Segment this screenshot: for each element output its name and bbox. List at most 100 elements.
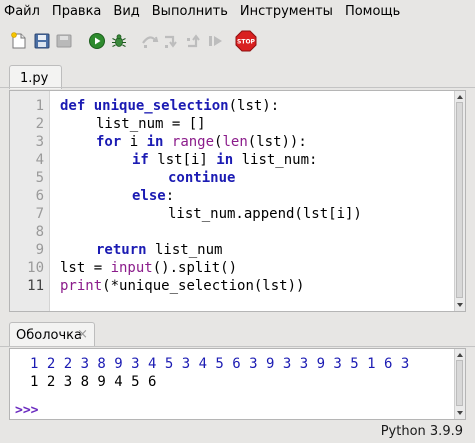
line-number: 3 [35, 134, 44, 150]
code-line: continue [168, 169, 235, 187]
step-into-icon [165, 35, 177, 48]
scrollbar-thumb[interactable] [456, 102, 463, 298]
code-text: list_num [146, 242, 223, 258]
python-version[interactable]: Python 3.9.9 [381, 424, 463, 439]
line-number: 4 [35, 152, 44, 168]
stop-label: STOP [237, 39, 256, 46]
code-text: lst[i] [148, 152, 217, 168]
stop-button[interactable]: STOP [235, 30, 257, 52]
scroll-up-icon[interactable] [457, 95, 463, 99]
shell-prompt: >>> [15, 403, 39, 418]
code-line: return list_num [96, 241, 222, 259]
code-area[interactable]: def unique_selection(lst): list_num = []… [60, 91, 362, 307]
code-text: i [121, 134, 147, 150]
code-line: lst = input().split() [60, 259, 237, 277]
line-number-gutter: 1 2 3 4 5 6 7 8 9 10 11 [10, 91, 50, 311]
debug-button[interactable] [108, 30, 130, 52]
tab-label: 1.py [20, 71, 49, 86]
function-name: unique_selection [93, 98, 229, 114]
code-text: : [165, 188, 175, 204]
step-over-button[interactable] [139, 30, 161, 52]
resume-button[interactable] [205, 30, 227, 52]
keyword-for: for [96, 134, 122, 150]
menu-file[interactable]: Файл [0, 0, 46, 24]
editor-tab-bar: 1.py [0, 62, 475, 89]
builtin-input: input [110, 260, 153, 276]
shell-tab-label: Оболочка [16, 328, 82, 343]
builtin-print: print [60, 278, 103, 294]
menu-run[interactable]: Выполнить [146, 0, 234, 24]
run-icon [89, 33, 105, 49]
code-line: for i in range(len(lst)): [96, 133, 307, 151]
code-text: (lst)): [247, 134, 307, 150]
keyword-in: in [146, 134, 164, 150]
shell-input-line: 1 2 2 3 8 9 3 4 5 3 4 5 6 3 9 3 3 9 3 5 … [30, 356, 410, 372]
line-number: 9 [35, 242, 44, 258]
menu-tools[interactable]: Инструменты [234, 0, 339, 24]
code-line: list_num = [] [96, 115, 206, 133]
line-number: 1 [35, 98, 44, 114]
step-out-button[interactable] [183, 30, 205, 52]
code-line: if lst[i] in list_num: [132, 151, 317, 169]
code-text: list_num.append(lst[i]) [168, 206, 362, 222]
run-button[interactable] [86, 30, 108, 52]
builtin-range: range [171, 134, 215, 150]
scroll-up-icon[interactable] [457, 353, 463, 357]
line-number: 5 [35, 170, 44, 186]
new-file-button[interactable] [8, 30, 30, 52]
keyword-return: return [96, 242, 147, 258]
scrollbar-thumb[interactable] [456, 360, 463, 406]
step-into-button[interactable] [161, 30, 183, 52]
shell-scrollbar[interactable] [454, 349, 465, 419]
keyword-def: def [60, 98, 86, 114]
line-number: 2 [35, 116, 44, 132]
bug-icon [112, 34, 126, 47]
code-text: (lst): [228, 98, 280, 114]
status-bar: Python 3.9.9 [0, 422, 475, 443]
shell-tab-bar: Оболочка × [0, 320, 475, 347]
keyword-continue: continue [168, 170, 236, 186]
code-line: def unique_selection(lst): [60, 97, 279, 115]
save-as-button[interactable] [53, 30, 75, 52]
keyword-else: else [132, 188, 166, 204]
close-icon[interactable]: × [77, 327, 88, 342]
menu-help[interactable]: Помощь [339, 0, 406, 24]
code-editor[interactable]: 1 2 3 4 5 6 7 8 9 10 11 def unique_selec… [9, 90, 466, 312]
keyword-if: if [132, 152, 149, 168]
menu-edit[interactable]: Правка [46, 0, 107, 24]
new-file-icon [11, 32, 26, 49]
line-number: 6 [35, 188, 44, 204]
code-text: lst = [60, 260, 111, 276]
tab-1py[interactable]: 1.py [9, 65, 62, 89]
shell-panel[interactable]: 1 2 2 3 8 9 3 4 5 3 4 5 6 3 9 3 3 9 3 5 … [9, 348, 466, 420]
stop-icon: STOP [235, 30, 257, 52]
scroll-down-icon[interactable] [457, 303, 463, 307]
code-text: ().split() [152, 260, 238, 276]
code-line: else: [132, 187, 174, 205]
code-text: (*unique_selection(lst)) [102, 278, 305, 294]
divider [0, 346, 475, 347]
save-button[interactable] [31, 30, 53, 52]
toolbar: STOP [0, 28, 475, 56]
shell-output-line: 1 2 3 8 9 4 5 6 [30, 374, 157, 390]
scroll-down-icon[interactable] [457, 411, 463, 415]
line-number: 7 [35, 206, 44, 222]
tab-shell[interactable]: Оболочка × [9, 322, 95, 347]
menu-bar: Файл Правка Вид Выполнить Инструменты По… [0, 0, 475, 24]
save-icon [34, 33, 50, 49]
builtin-len: len [222, 134, 248, 150]
code-text: list_num: [233, 152, 318, 168]
keyword-in: in [216, 152, 234, 168]
divider [0, 87, 475, 88]
line-number: 8 [35, 224, 44, 240]
code-line: list_num.append(lst[i]) [168, 205, 362, 223]
editor-scrollbar[interactable] [454, 91, 465, 311]
step-over-icon [142, 36, 159, 48]
menu-view[interactable]: Вид [107, 0, 145, 24]
save-disabled-icon [56, 34, 72, 48]
line-number: 10 [27, 260, 44, 276]
step-out-icon [187, 34, 200, 48]
code-text: list_num = [] [96, 116, 206, 132]
resume-icon [209, 36, 222, 46]
line-number-current: 11 [27, 278, 44, 294]
